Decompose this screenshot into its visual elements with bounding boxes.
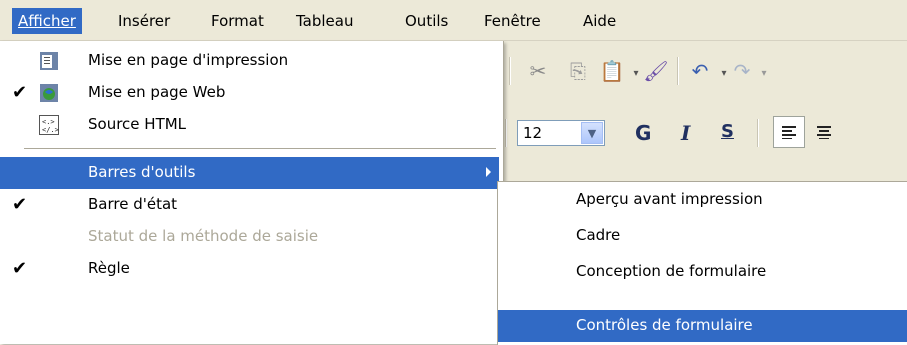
checkmark-icon: ✔ [12, 82, 28, 103]
menu-bar: Afficher Insérer Format Tableau Outils F… [0, 0, 907, 41]
submenu-item-label: Contrôles de formulaire [576, 316, 753, 334]
italic-button[interactable]: I [681, 121, 690, 145]
submenu-item-form-design[interactable]: Conception de formulaire [498, 256, 907, 288]
menu-separator [24, 148, 496, 149]
web-layout-icon [40, 84, 58, 102]
menu-item-label: Règle [88, 259, 130, 277]
align-left-icon [782, 126, 796, 139]
toolbar-separator [505, 119, 507, 147]
submenu-item-print-preview[interactable]: Aperçu avant impression [498, 184, 907, 216]
align-center-button[interactable] [811, 119, 837, 145]
menu-format[interactable]: Format [205, 8, 270, 34]
menu-item-label: Barre d'état [88, 195, 178, 213]
afficher-menu: Mise en page d'impression ✔ Mise en page… [0, 41, 504, 344]
menu-item-ruler[interactable]: ✔ Règle [0, 253, 499, 285]
chevron-down-icon[interactable]: ▼ [581, 122, 603, 144]
menu-item-html-source[interactable]: <.> </.> Source HTML [0, 109, 499, 141]
menu-item-input-method-status: Statut de la méthode de saisie [0, 221, 499, 253]
font-size-value: 12 [523, 124, 543, 142]
submenu-item-form-controls[interactable]: Contrôles de formulaire [498, 310, 907, 342]
menu-tableau[interactable]: Tableau [290, 8, 360, 34]
align-center-icon [817, 126, 831, 139]
menu-item-web-layout[interactable]: ✔ Mise en page Web [0, 77, 499, 109]
toolbar-separator [677, 57, 679, 85]
svg-text:</.>: </.> [42, 126, 59, 134]
svg-text:<.>: <.> [42, 118, 55, 126]
submenu-item-frame[interactable]: Cadre [498, 220, 907, 252]
menu-item-label: Mise en page d'impression [88, 51, 289, 69]
submenu-arrow-icon [486, 167, 491, 177]
menu-item-status-bar[interactable]: ✔ Barre d'état [0, 189, 499, 221]
html-source-icon: <.> </.> [39, 115, 59, 135]
bold-button[interactable]: G [635, 121, 651, 145]
menu-fenetre[interactable]: Fenêtre [478, 8, 547, 34]
menu-item-print-layout[interactable]: Mise en page d'impression [0, 45, 499, 77]
formatting-toolbar: 12 ▼ G I S [495, 111, 907, 157]
clone-formatting-icon[interactable]: 🖌 [643, 58, 669, 84]
font-size-select[interactable]: 12 ▼ [517, 120, 605, 146]
toolbar-separator [757, 119, 759, 147]
menu-item-label: Statut de la méthode de saisie [88, 227, 319, 245]
menu-afficher-label: Afficher [18, 12, 76, 30]
menu-item-label: Barres d'outils [88, 163, 196, 181]
underline-button[interactable]: S [721, 121, 734, 142]
copy-icon[interactable]: ⎘ [565, 58, 591, 84]
checkmark-icon: ✔ [12, 258, 28, 279]
menu-outils[interactable]: Outils [399, 8, 454, 34]
paste-icon[interactable]: 📋 [599, 58, 625, 84]
menu-item-label: Mise en page Web [88, 83, 226, 101]
toolbar-separator [509, 57, 511, 85]
menu-item-toolbars[interactable]: Barres d'outils [0, 157, 499, 189]
menu-item-label: Source HTML [88, 115, 187, 133]
print-layout-icon [40, 52, 58, 70]
submenu-item-label: Conception de formulaire [576, 262, 767, 280]
toolbars-submenu: Aperçu avant impression Cadre Conception… [497, 181, 907, 345]
submenu-item-label: Cadre [576, 226, 621, 244]
undo-icon[interactable]: ↶ [687, 58, 713, 84]
toolbar-area: ✂ ⎘ 📋 ▾ 🖌 ↶ ▾ ↷ ▾ 12 ▼ G I S [495, 41, 907, 181]
menu-aide[interactable]: Aide [577, 8, 622, 34]
align-left-button[interactable] [773, 116, 805, 148]
menu-afficher[interactable]: Afficher [12, 8, 82, 34]
cut-icon[interactable]: ✂ [525, 58, 551, 84]
redo-dropdown-icon[interactable]: ▾ [751, 60, 777, 86]
submenu-item-label: Aperçu avant impression [576, 190, 763, 208]
checkmark-icon: ✔ [12, 194, 28, 215]
standard-toolbar: ✂ ⎘ 📋 ▾ 🖌 ↶ ▾ ↷ ▾ [495, 49, 907, 95]
menu-inserer[interactable]: Insérer [112, 8, 176, 34]
